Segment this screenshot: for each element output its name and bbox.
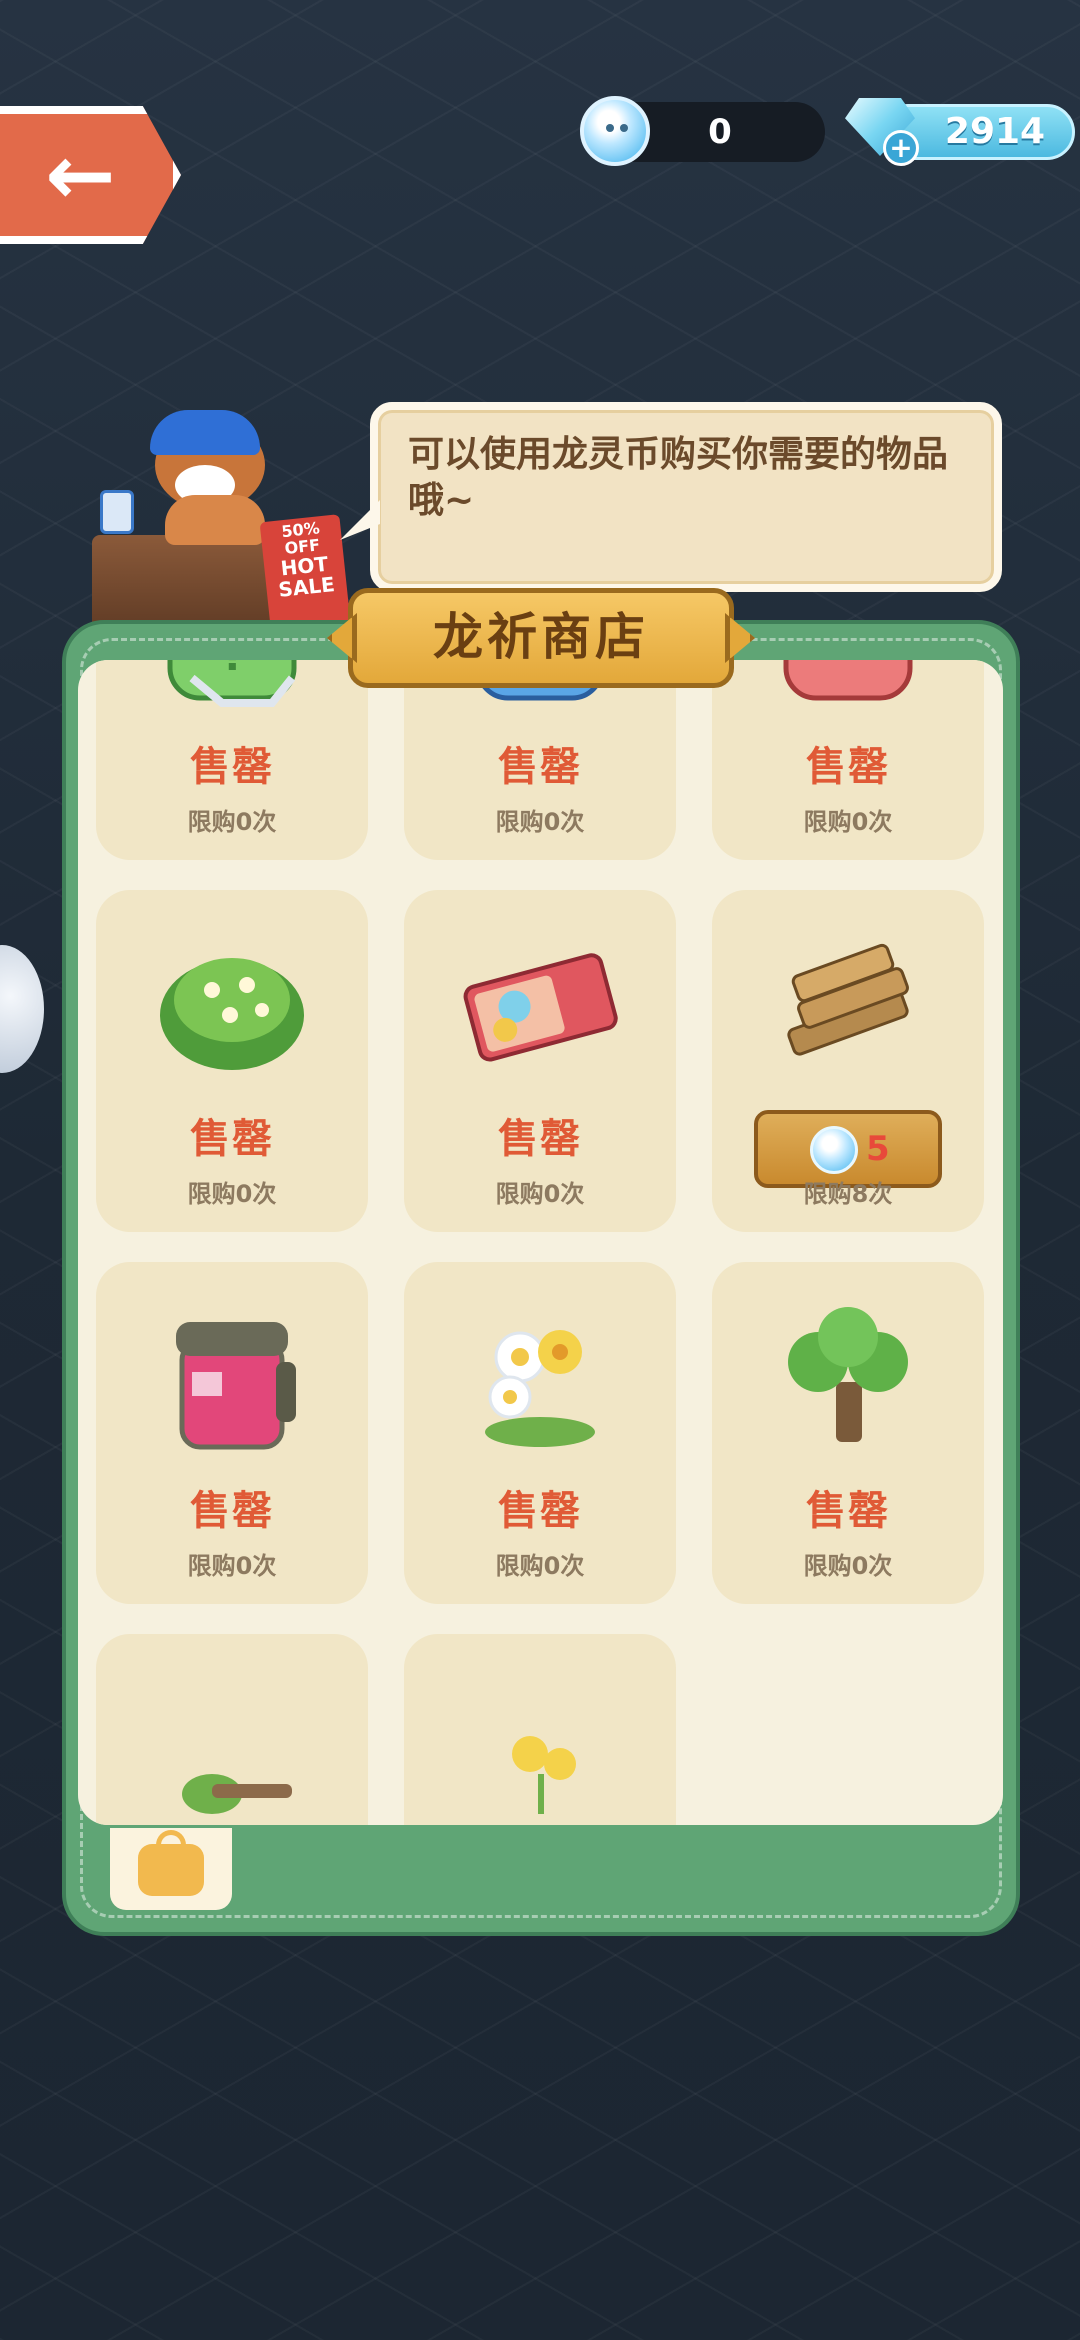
svg-text:?: ?	[222, 660, 245, 680]
flower-bush-icon	[160, 958, 304, 1070]
jar-icon	[176, 1322, 296, 1450]
red-gift-bag-icon	[783, 660, 913, 701]
item-limit: 限购8次	[803, 1180, 893, 1208]
shop-item-card[interactable]	[96, 1634, 368, 1825]
shop-item-card[interactable]	[404, 1634, 676, 1825]
shop-item-card[interactable]: 售罄 限购0次	[404, 660, 676, 860]
item-limit: 限购0次	[803, 808, 893, 836]
shop-item-card[interactable]: 售罄 限购0次	[404, 1262, 676, 1604]
dragon-coin-value: 0	[708, 112, 732, 152]
item-status: 售罄	[498, 744, 582, 790]
item-limit: 限购0次	[187, 808, 277, 836]
phone-icon	[100, 490, 134, 534]
green-gift-bag-icon: ?	[167, 660, 297, 707]
tree-icon	[788, 1307, 908, 1442]
tab-bag[interactable]	[110, 1828, 232, 1910]
item-limit: 限购0次	[495, 1552, 585, 1580]
item-limit: 限购0次	[187, 1552, 277, 1580]
item-limit: 限购0次	[803, 1552, 893, 1580]
item-status: 售罄	[498, 1488, 582, 1534]
shop-title: 龙祈商店	[348, 588, 734, 688]
yellow-flowers-icon	[512, 1736, 576, 1814]
item-limit: 限购0次	[495, 808, 585, 836]
back-arrow-icon: ←	[45, 126, 116, 224]
shopkeeper-dog	[145, 410, 285, 545]
item-status: 售罄	[190, 1116, 274, 1162]
item-limit: 限购0次	[187, 1180, 277, 1208]
dialog-text: 可以使用龙灵币购买你需要的物品哦~	[408, 434, 949, 522]
item-status: 售罄	[190, 1488, 274, 1534]
shop-item-card[interactable]: 售罄 限购0次	[712, 660, 984, 860]
shop-item-card[interactable]: ? 售罄 限购0次	[96, 660, 368, 860]
item-status: 售罄	[190, 744, 274, 790]
dragon-coin-icon	[580, 96, 650, 166]
shop-item-card[interactable]: 5 限购8次	[712, 890, 984, 1232]
item-limit: 限购0次	[495, 1180, 585, 1208]
shop-item-card[interactable]: 售罄 限购0次	[404, 890, 676, 1232]
plant-decor-icon	[182, 1774, 292, 1814]
speech-bubble: 可以使用龙灵币购买你需要的物品哦~	[370, 402, 1002, 592]
back-button[interactable]: ←	[0, 106, 181, 244]
wood-logs-icon	[787, 943, 909, 1056]
item-status: 售罄	[806, 744, 890, 790]
shop-item-card[interactable]: 售罄 限购0次	[712, 1262, 984, 1604]
add-gem-icon[interactable]: +	[883, 130, 919, 166]
daisy-flowers-icon	[485, 1330, 595, 1447]
shop-item-card[interactable]: 售罄 限购0次	[96, 890, 368, 1232]
sign-sale: SALE	[277, 571, 336, 602]
shop-item-list[interactable]: ? 售罄 限购0次 售罄 限购0次 售罄 限购0次	[78, 660, 1003, 1825]
gem-value: 2914	[944, 111, 1046, 152]
bag-icon	[138, 1830, 204, 1896]
ticket-icon	[463, 953, 618, 1062]
shop-item-card[interactable]: 售罄 限购0次	[96, 1262, 368, 1604]
item-status: 售罄	[498, 1116, 582, 1162]
item-status: 售罄	[806, 1488, 890, 1534]
hot-sale-sign: 50% OFF HOT SALE	[259, 514, 351, 630]
dragon-coin-icon	[810, 1126, 858, 1174]
